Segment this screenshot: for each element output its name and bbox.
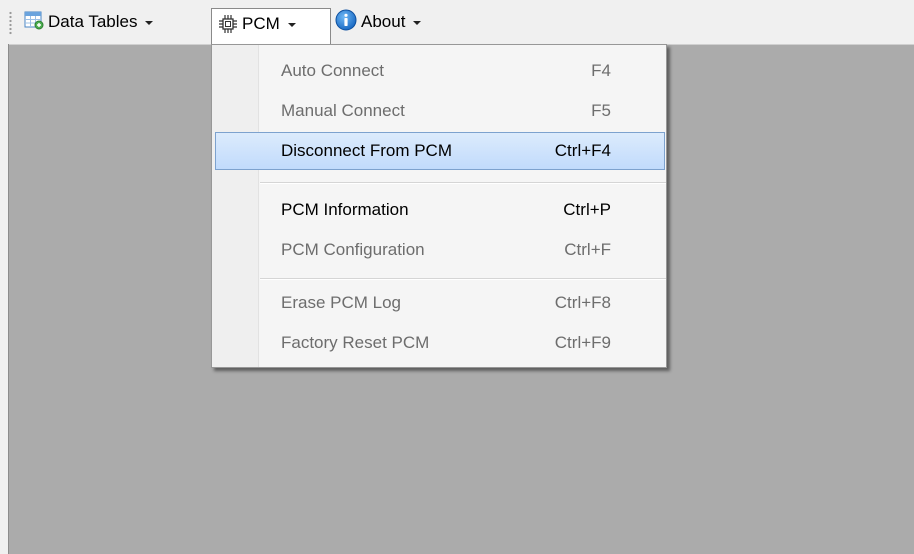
menu-item-pcm-information[interactable]: PCM Information Ctrl+P [215, 191, 665, 229]
chevron-down-icon [145, 21, 154, 25]
application-window: Data Tables PCM About Auto Connect F4 Ma… [0, 0, 914, 554]
menu-item-label: Factory Reset PCM [281, 333, 430, 352]
about-label: About [361, 12, 406, 31]
menu-item-shortcut: Ctrl+F [564, 240, 611, 259]
toolbar: Data Tables PCM About [0, 0, 914, 45]
menu-item-disconnect-from-pcm[interactable]: Disconnect From PCM Ctrl+F4 [215, 132, 665, 170]
menu-item-factory-reset-pcm[interactable]: Factory Reset PCM Ctrl+F9 [215, 324, 665, 362]
menu-item-shortcut: F5 [591, 101, 611, 120]
menu-item-shortcut: Ctrl+P [563, 200, 611, 219]
chevron-down-icon [287, 23, 296, 27]
menu-separator [260, 278, 666, 280]
info-icon [335, 9, 357, 36]
pcm-dropdown[interactable]: PCM [211, 8, 331, 45]
data-tables-dropdown[interactable]: Data Tables [24, 8, 154, 36]
menu-item-label: Erase PCM Log [281, 293, 401, 312]
chevron-down-icon [413, 21, 422, 25]
about-dropdown[interactable]: About [335, 8, 422, 36]
menu-item-shortcut: Ctrl+F9 [554, 333, 611, 352]
menu-item-label: PCM Configuration [281, 240, 425, 259]
data-tables-label: Data Tables [48, 12, 138, 31]
menu-item-auto-connect[interactable]: Auto Connect F4 [215, 52, 665, 90]
menu-item-label: Auto Connect [281, 61, 385, 80]
menu-item-shortcut: Ctrl+F4 [554, 141, 611, 160]
menu-item-shortcut: F4 [591, 61, 611, 80]
menu-item-label: Disconnect From PCM [281, 141, 452, 160]
chip-icon [218, 14, 238, 39]
menu-item-label: Manual Connect [281, 101, 405, 120]
table-icon [24, 10, 44, 35]
menu-item-shortcut: Ctrl+F8 [554, 293, 611, 312]
menu-item-erase-pcm-log[interactable]: Erase PCM Log Ctrl+F8 [215, 284, 665, 322]
menu-separator [260, 182, 666, 184]
pcm-menu: Auto Connect F4 Manual Connect F5 Discon… [211, 44, 667, 368]
toolbar-grip[interactable] [9, 11, 12, 35]
menu-item-manual-connect[interactable]: Manual Connect F5 [215, 92, 665, 130]
pcm-label: PCM [242, 14, 280, 33]
menu-item-label: PCM Information [281, 200, 409, 219]
left-panel-edge [0, 44, 9, 554]
menu-item-pcm-configuration[interactable]: PCM Configuration Ctrl+F [215, 231, 665, 269]
